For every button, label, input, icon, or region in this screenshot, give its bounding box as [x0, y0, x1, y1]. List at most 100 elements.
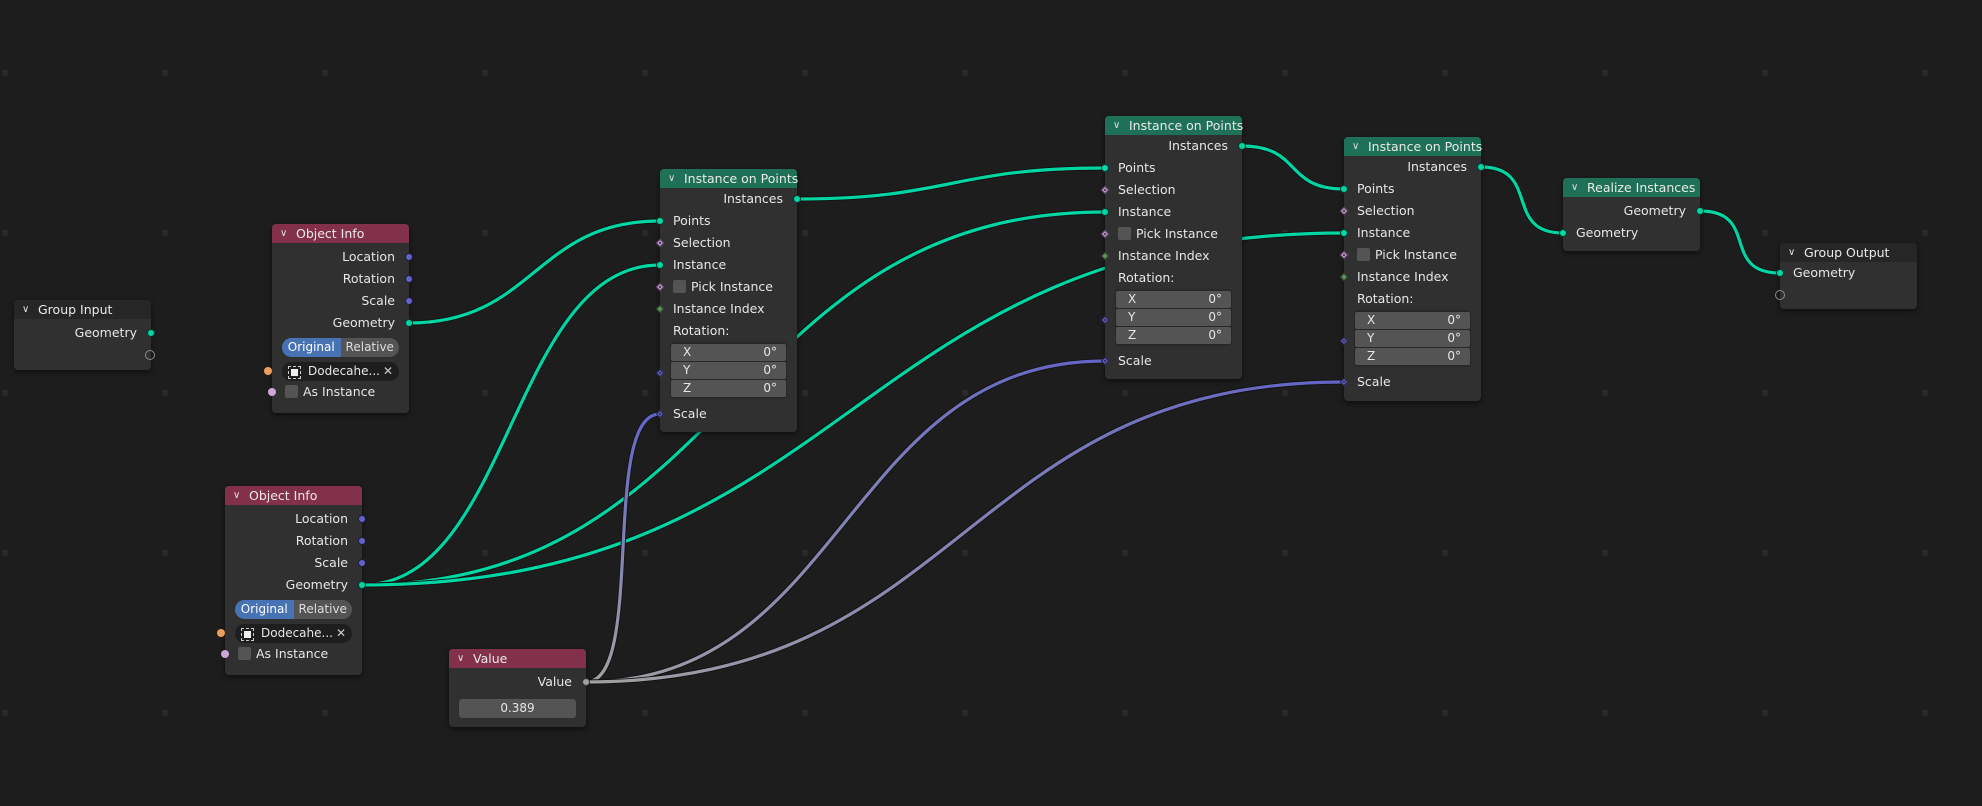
group-input-node[interactable]: ∨ Group Input Geometry	[14, 300, 155, 370]
geometry-socket[interactable]	[1559, 229, 1567, 237]
geometry-socket[interactable]	[793, 195, 801, 203]
value-field[interactable]: 0.389	[459, 699, 576, 718]
input-geometry: Geometry	[1559, 222, 1700, 244]
input-instance-index: Instance Index	[1100, 245, 1242, 267]
original-option[interactable]: Original	[282, 338, 341, 357]
input-as-instance: As Instance	[268, 381, 409, 403]
chevron-down-icon[interactable]: ∨	[668, 169, 675, 188]
chevron-down-icon[interactable]: ∨	[22, 300, 29, 319]
clear-icon[interactable]: ✕	[383, 362, 393, 381]
object-socket[interactable]	[217, 629, 225, 637]
realize-instances-node[interactable]: ∨ Realize Instances Geometry Geometry	[1559, 178, 1704, 251]
object-field[interactable]: Dodecahe... ✕	[264, 362, 399, 381]
rotation-vector[interactable]: X 0° Y 0° Z 0°	[1115, 289, 1232, 346]
vector-socket[interactable]	[405, 253, 413, 261]
geometry-socket[interactable]	[405, 319, 413, 327]
geometry-socket[interactable]	[358, 581, 366, 589]
relative-option[interactable]: Relative	[294, 600, 353, 619]
rotation-x-field[interactable]: X 0°	[1116, 291, 1231, 308]
object-field[interactable]: Dodecahe... ✕	[217, 624, 352, 643]
empty-socket[interactable]	[1775, 290, 1785, 300]
original-option[interactable]: Original	[235, 600, 294, 619]
chevron-down-icon[interactable]: ∨	[1571, 178, 1578, 197]
node-title: Object Info	[296, 226, 365, 241]
value-node[interactable]: ∨ Value Value 0.389	[449, 649, 590, 727]
output-instances: Instances	[1344, 156, 1485, 178]
geometry-socket[interactable]	[1696, 207, 1704, 215]
geometry-socket[interactable]	[1238, 142, 1246, 150]
rotation-y-field[interactable]: Y 0°	[671, 362, 786, 379]
transform-space-toggle[interactable]: Original Relative	[282, 338, 399, 357]
geometry-socket[interactable]	[1477, 163, 1485, 171]
chevron-down-icon[interactable]: ∨	[1788, 243, 1795, 262]
object-info-node[interactable]: ∨ Object Info Location Rotation Scale Geo…	[217, 486, 366, 675]
chevron-down-icon[interactable]: ∨	[233, 486, 240, 505]
empty-socket[interactable]	[145, 350, 155, 360]
instance-on-points-node[interactable]: ∨ Instance on Points Instances Points Sel…	[1339, 137, 1485, 401]
vector-socket[interactable]	[405, 297, 413, 305]
vector-socket[interactable]	[405, 275, 413, 283]
node-header[interactable]: ∨ Value	[449, 649, 586, 668]
node-link[interactable]	[796, 166, 1106, 201]
rotation-y-field[interactable]: Y 0°	[1116, 309, 1231, 326]
group-output-node[interactable]: ∨ Group Output Geometry	[1775, 243, 1917, 309]
clear-icon[interactable]: ✕	[336, 624, 346, 643]
chevron-down-icon[interactable]: ∨	[280, 224, 287, 243]
node-header[interactable]: ∨ Group Output	[1780, 243, 1917, 262]
node-link[interactable]	[1699, 209, 1781, 275]
rotation-x-field[interactable]: X 0°	[671, 344, 786, 361]
node-header[interactable]: ∨ Object Info	[225, 486, 362, 505]
pick-instance-checkbox[interactable]	[673, 280, 686, 293]
geometry-socket[interactable]	[656, 261, 664, 269]
node-link[interactable]	[585, 412, 661, 684]
node-header[interactable]: ∨ Object Info	[272, 224, 409, 243]
instance-on-points-node[interactable]: ∨ Instance on Points Instances Points Sel…	[1100, 116, 1246, 379]
geometry-socket[interactable]	[1340, 185, 1348, 193]
node-header[interactable]: ∨ Instance on Points	[660, 169, 798, 188]
output-location: Location	[272, 246, 413, 268]
output-geometry: Geometry	[1563, 200, 1704, 222]
node-header[interactable]: ∨ Realize Instances	[1563, 178, 1700, 197]
rotation-vector[interactable]: X 0° Y 0° Z 0°	[1354, 310, 1471, 367]
input-instance: Instance	[656, 254, 797, 276]
object-socket[interactable]	[264, 367, 272, 375]
rotation-x-field[interactable]: X 0°	[1355, 312, 1470, 329]
relative-option[interactable]: Relative	[341, 338, 400, 357]
node-link[interactable]	[1241, 144, 1345, 191]
node-header[interactable]: ∨ Instance on Points	[1105, 116, 1243, 135]
pick-instance-checkbox[interactable]	[1118, 227, 1131, 240]
vector-socket[interactable]	[358, 515, 366, 523]
vector-socket[interactable]	[358, 537, 366, 545]
geometry-socket[interactable]	[1776, 269, 1784, 277]
geometry-socket[interactable]	[1340, 229, 1348, 237]
node-header[interactable]: ∨ Group Input	[14, 300, 151, 319]
chevron-down-icon[interactable]: ∨	[1352, 137, 1359, 156]
rotation-vector[interactable]: X 0° Y 0° Z 0°	[670, 342, 787, 399]
chevron-down-icon[interactable]: ∨	[457, 649, 464, 668]
geometry-socket[interactable]	[147, 329, 155, 337]
as-instance-checkbox[interactable]	[285, 385, 298, 398]
instance-on-points-node[interactable]: ∨ Instance on Points Instances Points Sel…	[655, 169, 801, 432]
vector-socket[interactable]	[358, 559, 366, 567]
object-info-node[interactable]: ∨ Object Info Location Rotation Scale Geo…	[264, 224, 413, 413]
object-name: Dodecahe...	[308, 364, 380, 378]
rotation-y-field[interactable]: Y 0°	[1355, 330, 1470, 347]
node-title: Value	[473, 651, 508, 666]
socket-label: Points	[1357, 181, 1395, 196]
geometry-socket[interactable]	[656, 217, 664, 225]
rotation-z-field[interactable]: Z 0°	[1355, 348, 1470, 365]
rotation-z-field[interactable]: Z 0°	[1116, 327, 1231, 344]
boolean-socket[interactable]	[221, 650, 229, 658]
geometry-socket[interactable]	[1101, 208, 1109, 216]
float-socket[interactable]	[582, 678, 590, 686]
transform-space-toggle[interactable]: Original Relative	[235, 600, 352, 619]
geometry-socket[interactable]	[1101, 164, 1109, 172]
chevron-down-icon[interactable]: ∨	[1113, 116, 1120, 135]
node-header[interactable]: ∨ Instance on Points	[1344, 137, 1482, 156]
pick-instance-checkbox[interactable]	[1357, 248, 1370, 261]
boolean-socket[interactable]	[268, 388, 276, 396]
node-link[interactable]	[1480, 165, 1564, 235]
input-instance-index: Instance Index	[655, 298, 797, 320]
rotation-z-field[interactable]: Z 0°	[671, 380, 786, 397]
as-instance-checkbox[interactable]	[238, 647, 251, 660]
